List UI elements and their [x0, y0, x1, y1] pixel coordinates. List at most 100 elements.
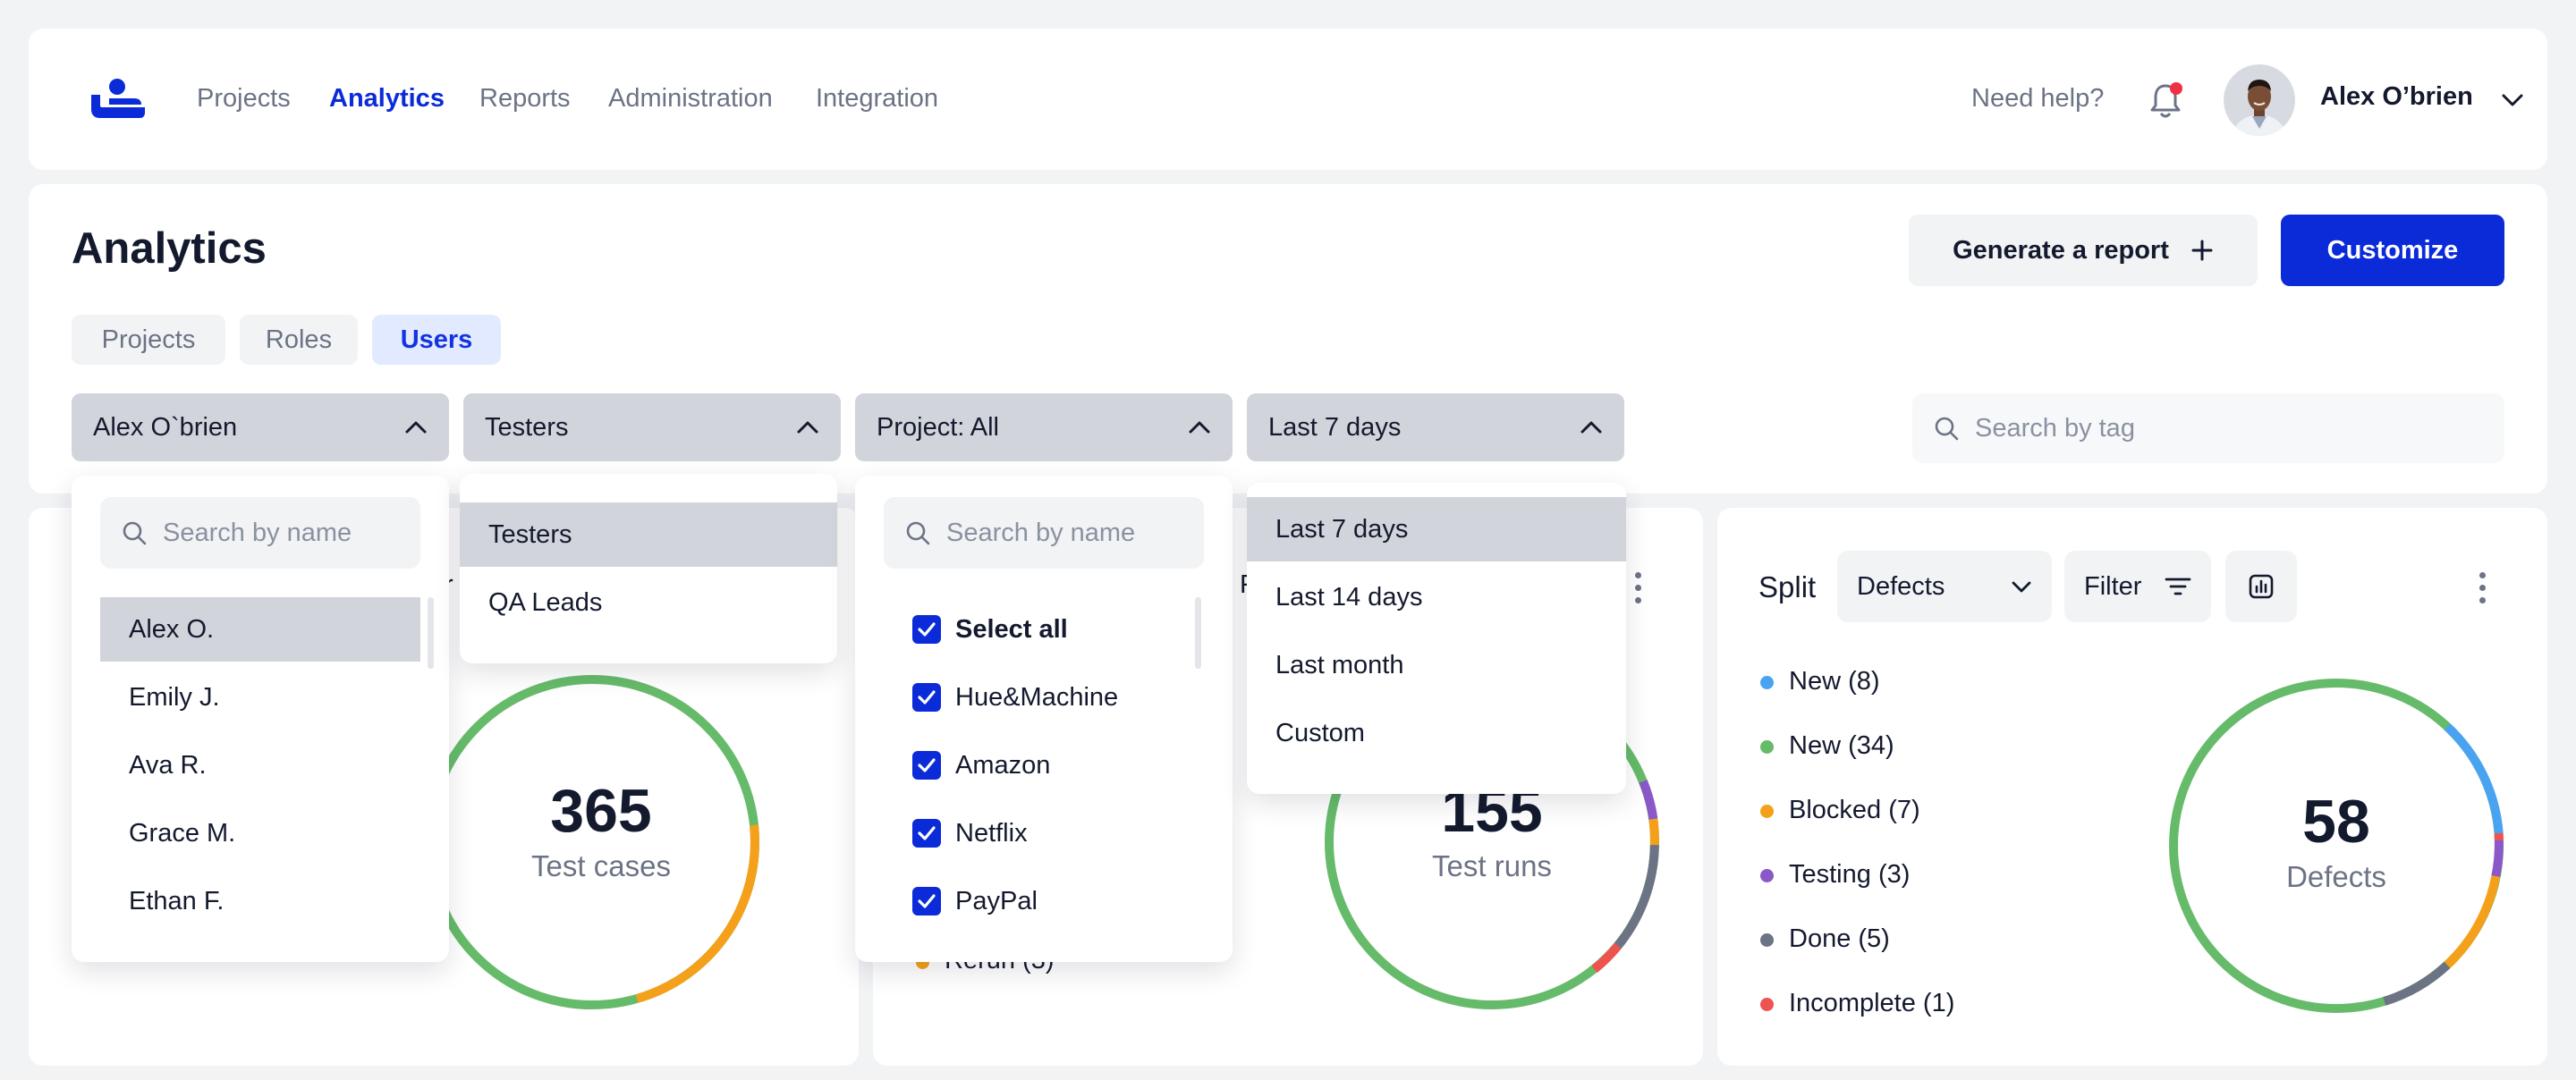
chevron-down-icon	[2012, 581, 2031, 593]
defects-label: Defects	[2286, 860, 2386, 893]
period-option-14-days[interactable]: Last 14 days	[1247, 565, 1626, 629]
period-option-last-month[interactable]: Last month	[1247, 633, 1626, 697]
filter-button[interactable]: Filter	[2064, 551, 2211, 622]
chevron-up-icon	[797, 421, 818, 434]
checkbox-paypal[interactable]	[912, 887, 941, 915]
defects-type-value: Defects	[1857, 571, 1945, 601]
user-option-ethan[interactable]: Ethan F.	[100, 869, 420, 933]
user-dropdown: Search by name Alex O. Emily J. Ava R. G…	[72, 476, 449, 962]
project-search-input[interactable]: Search by name	[884, 497, 1204, 569]
role-option-qa-leads[interactable]: QA Leads	[460, 570, 837, 635]
check-icon	[918, 758, 936, 772]
chevron-up-icon	[405, 421, 427, 434]
user-name[interactable]: Alex O’brien	[2320, 82, 2473, 112]
project-select-value: Project: All	[877, 412, 999, 442]
user-select-value: Alex O`brien	[93, 412, 238, 442]
filter-icon	[2165, 578, 2191, 595]
project-select[interactable]: Project: All	[855, 393, 1233, 461]
page-title: Analytics	[72, 224, 267, 273]
chevron-up-icon	[1189, 421, 1210, 434]
legend-label-testing: Testing (3)	[1789, 860, 1911, 889]
project-dropdown: Search by name Select all Hue&Machine Am…	[855, 476, 1233, 962]
check-icon	[918, 894, 936, 908]
period-option-7-days[interactable]: Last 7 days	[1247, 497, 1626, 561]
tab-roles[interactable]: Roles	[240, 315, 358, 365]
logo-icon[interactable]	[88, 77, 147, 122]
checkbox-select-all[interactable]	[912, 615, 941, 644]
user-option-ava[interactable]: Ava R.	[100, 733, 420, 797]
defects-value: 58	[2302, 788, 2370, 856]
checkbox-hue-machine[interactable]	[912, 683, 941, 712]
chevron-up-icon	[1580, 421, 1602, 434]
user-list-scrollbar[interactable]	[428, 597, 434, 669]
plus-icon	[2191, 240, 2213, 261]
user-option-alex[interactable]: Alex O.	[100, 597, 420, 662]
project-option-hue-machine: Hue&Machine	[955, 683, 1119, 712]
nav-administration[interactable]: Administration	[608, 84, 773, 114]
check-icon	[918, 622, 936, 637]
period-select[interactable]: Last 7 days	[1247, 393, 1624, 461]
checkbox-netflix[interactable]	[912, 819, 941, 848]
role-select[interactable]: Testers	[463, 393, 841, 461]
select-all-label: Select all	[955, 615, 1068, 644]
avatar[interactable]	[2224, 64, 2295, 136]
period-select-value: Last 7 days	[1268, 412, 1402, 442]
tag-search-input[interactable]: Search by tag	[1912, 393, 2504, 463]
generate-report-button[interactable]: Generate a report	[1909, 215, 2258, 286]
legend-label-blocked: Blocked (7)	[1789, 796, 1920, 824]
legend-label-new-8: New (8)	[1789, 667, 1880, 696]
tab-projects[interactable]: Projects	[72, 315, 225, 365]
help-link[interactable]: Need help?	[1971, 84, 2104, 114]
testruns-label: Test runs	[1432, 849, 1552, 882]
search-icon	[906, 521, 930, 545]
check-icon	[918, 826, 936, 840]
search-icon	[123, 521, 147, 545]
nav-integration[interactable]: Integration	[816, 84, 938, 114]
generate-report-label: Generate a report	[1953, 235, 2169, 265]
chart-type-button[interactable]	[2225, 551, 2297, 622]
period-option-custom[interactable]: Custom	[1247, 701, 1626, 765]
split-label: Split	[1758, 570, 1817, 603]
user-option-emily[interactable]: Emily J.	[100, 665, 420, 730]
nav-reports[interactable]: Reports	[479, 84, 571, 114]
role-select-value: Testers	[485, 412, 569, 442]
top-navbar: Projects Analytics Reports Administratio…	[29, 29, 2547, 170]
checkbox-amazon[interactable]	[912, 751, 941, 780]
role-dropdown: Testers QA Leads	[460, 474, 837, 663]
user-option-grace[interactable]: Grace M.	[100, 801, 420, 865]
user-select[interactable]: Alex O`brien	[72, 393, 449, 461]
legend-dot-done	[1760, 933, 1774, 947]
search-icon	[1935, 417, 1959, 441]
check-icon	[918, 690, 936, 705]
period-dropdown: Last 7 days Last 14 days Last month Cust…	[1247, 483, 1626, 794]
legend-dot-blocked	[1760, 805, 1774, 818]
defects-type-select[interactable]: Defects	[1837, 551, 2052, 622]
tab-users[interactable]: Users	[372, 315, 501, 365]
role-option-testers[interactable]: Testers	[460, 502, 837, 567]
more-vertical-icon[interactable]	[1635, 572, 1642, 610]
bell-icon[interactable]	[2148, 80, 2186, 120]
user-search-placeholder: Search by name	[163, 518, 352, 547]
testcases-value: 365	[550, 777, 652, 845]
legend-dot-new-34	[1760, 740, 1774, 754]
project-search-placeholder: Search by name	[946, 518, 1136, 547]
legend-label-new-34: New (34)	[1789, 731, 1894, 760]
nav-projects[interactable]: Projects	[197, 84, 291, 114]
chart-icon	[2249, 574, 2274, 599]
customize-button[interactable]: Customize	[2281, 215, 2504, 286]
tag-search-placeholder: Search by tag	[1975, 413, 2135, 443]
project-option-paypal: PayPal	[955, 887, 1038, 915]
legend-dot-testing	[1760, 869, 1774, 882]
nav-analytics[interactable]: Analytics	[329, 84, 445, 114]
testcases-label: Test cases	[531, 849, 671, 882]
legend-dot-new-8	[1760, 676, 1774, 689]
filter-label: Filter	[2084, 571, 2142, 601]
project-list-scrollbar[interactable]	[1195, 597, 1201, 669]
project-option-netflix: Netflix	[955, 819, 1028, 848]
project-option-amazon: Amazon	[955, 751, 1051, 780]
legend-label-incomplete: Incomplete (1)	[1789, 989, 1955, 1017]
user-search-input[interactable]: Search by name	[100, 497, 420, 569]
chevron-down-icon[interactable]	[2501, 91, 2524, 109]
more-vertical-icon[interactable]	[2479, 572, 2487, 610]
legend-label-done: Done (5)	[1789, 924, 1890, 953]
